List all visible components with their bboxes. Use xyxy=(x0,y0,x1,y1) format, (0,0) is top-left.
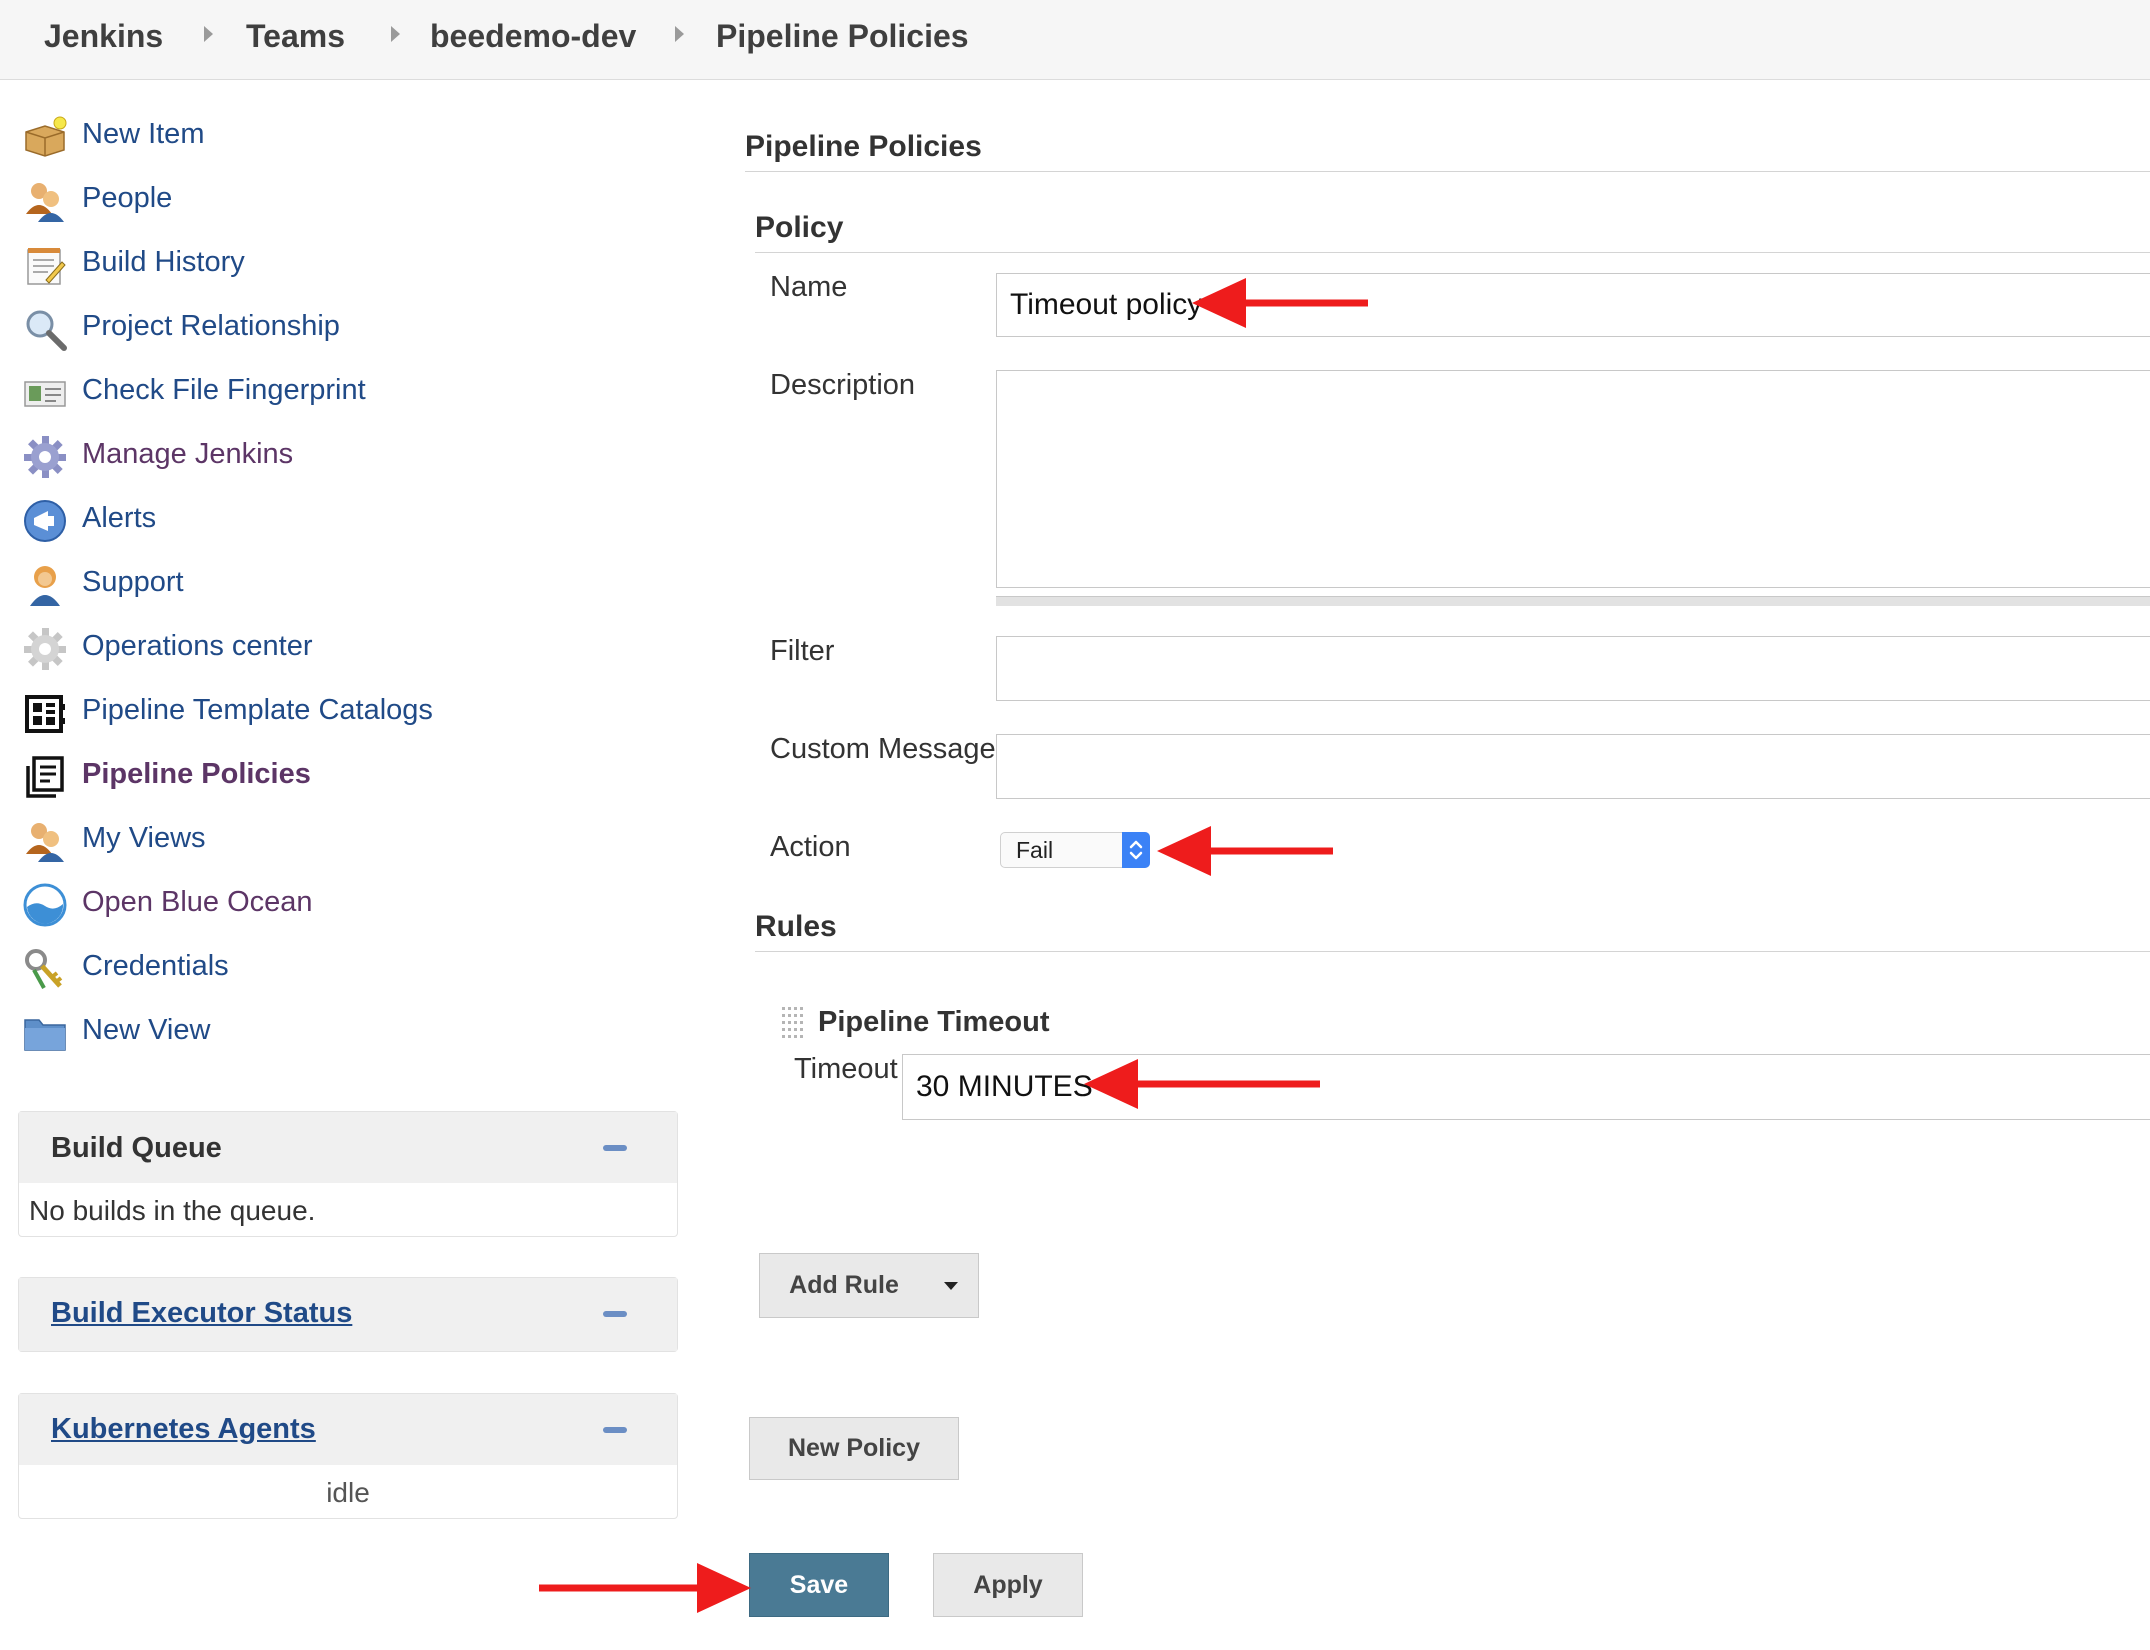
custom-message-label: Custom Message xyxy=(770,733,996,765)
gear-icon xyxy=(24,436,66,478)
filter-input[interactable] xyxy=(996,636,2150,701)
collapse-icon[interactable] xyxy=(603,1311,627,1317)
people-icon xyxy=(26,823,64,862)
sidebar-item-build-history[interactable]: Build History xyxy=(22,240,662,290)
sidebar-item-pipeline-policies[interactable]: Pipeline Policies xyxy=(22,752,662,802)
textarea-resize-handle[interactable] xyxy=(996,596,2150,606)
folder-icon xyxy=(24,1019,66,1051)
sidebar-item-pipeline-template-catalogs[interactable]: Pipeline Template Catalogs xyxy=(22,688,662,738)
keys-icon xyxy=(25,949,63,989)
kubernetes-agents-status: idle xyxy=(326,1477,370,1508)
drag-handle-icon[interactable] xyxy=(780,1005,804,1039)
section-title-policy: Policy xyxy=(755,211,844,244)
blue-ocean-icon xyxy=(23,883,67,927)
executor-status-header: Build Executor Status xyxy=(19,1278,677,1351)
divider xyxy=(755,252,2150,253)
breadcrumb-beedemo-dev[interactable]: beedemo-dev xyxy=(430,18,636,55)
template-catalog-icon xyxy=(25,695,65,733)
caret-down-icon xyxy=(944,1282,958,1290)
divider xyxy=(755,951,2150,952)
new-policy-button[interactable]: New Policy xyxy=(749,1417,959,1480)
description-label: Description xyxy=(770,369,916,401)
build-queue-header: Build Queue xyxy=(19,1112,677,1183)
action-select-value: Fail xyxy=(1016,837,1054,863)
breadcrumb-chevron-icon xyxy=(204,26,213,42)
sidebar-item-label: Pipeline Policies xyxy=(82,758,311,790)
policy-document-icon xyxy=(26,756,64,798)
sidebar-item-label: Credentials xyxy=(82,950,229,982)
kubernetes-agents-link[interactable]: Kubernetes Agents xyxy=(51,1413,316,1446)
breadcrumb-chevron-icon xyxy=(675,26,684,42)
annotation-arrow-icon xyxy=(539,1563,751,1613)
breadcrumb-jenkins[interactable]: Jenkins xyxy=(44,18,163,55)
sidebar-item-label: Operations center xyxy=(82,630,313,662)
new-item-box-icon xyxy=(25,116,67,157)
kubernetes-agents-header: Kubernetes Agents xyxy=(19,1394,677,1465)
notepad-icon xyxy=(27,248,66,285)
sidebar-item-label: Check File Fingerprint xyxy=(82,374,366,406)
timeout-label: Timeout xyxy=(794,1053,898,1085)
collapse-icon[interactable] xyxy=(603,1145,627,1151)
sidebar-item-label: Alerts xyxy=(82,502,157,534)
annotation-arrow-icon xyxy=(1192,278,1368,328)
sidebar-item-label: Open Blue Ocean xyxy=(82,886,313,918)
gear-grey-icon xyxy=(24,628,66,670)
description-textarea[interactable] xyxy=(996,370,2150,588)
sidebar-item-open-blue-ocean[interactable]: Open Blue Ocean xyxy=(22,880,662,930)
section-title-rules: Rules xyxy=(755,910,837,943)
executor-status-link[interactable]: Build Executor Status xyxy=(51,1297,352,1330)
sidebar-item-label: New Item xyxy=(82,118,205,150)
breadcrumb-teams[interactable]: Teams xyxy=(246,18,345,55)
add-rule-button[interactable]: Add Rule xyxy=(759,1253,979,1318)
sidebar-item-label: Support xyxy=(82,566,184,598)
sidebar-item-label: Build History xyxy=(82,246,245,278)
custom-message-input[interactable] xyxy=(996,734,2150,799)
save-button[interactable]: Save xyxy=(749,1553,889,1617)
sidebar-item-label: Pipeline Template Catalogs xyxy=(82,694,433,726)
magnifier-icon xyxy=(26,310,67,351)
build-queue-empty-text: No builds in the queue. xyxy=(29,1195,316,1226)
select-stepper-icon xyxy=(1122,832,1150,868)
annotation-arrow-icon xyxy=(1084,1059,1320,1109)
name-input[interactable]: Timeout policy xyxy=(996,273,2150,337)
sidebar-item-label: People xyxy=(82,182,173,214)
build-queue-title: Build Queue xyxy=(51,1132,222,1164)
apply-button[interactable]: Apply xyxy=(933,1553,1083,1617)
divider xyxy=(745,171,2150,172)
support-agent-icon xyxy=(30,566,60,606)
megaphone-icon xyxy=(24,500,66,542)
sidebar-item-support[interactable]: Support xyxy=(22,560,662,610)
action-select[interactable]: Fail xyxy=(1000,832,1150,868)
sidebar-item-new-item[interactable]: New Item xyxy=(22,112,662,162)
kubernetes-agents-pane: Kubernetes Agents idle xyxy=(18,1393,678,1519)
sidebar-item-credentials[interactable]: Credentials xyxy=(22,944,662,994)
name-label: Name xyxy=(770,271,848,303)
rule-title: Pipeline Timeout xyxy=(818,1006,1050,1038)
build-queue-pane: Build Queue No builds in the queue. xyxy=(18,1111,678,1237)
sidebar-item-project-relationship[interactable]: Project Relationship xyxy=(22,304,662,354)
sidebar-item-my-views[interactable]: My Views xyxy=(22,816,662,866)
sidebar-item-manage-jenkins[interactable]: Manage Jenkins xyxy=(22,432,662,482)
sidebar-item-alerts[interactable]: Alerts xyxy=(22,496,662,546)
page-title: Pipeline Policies xyxy=(745,130,982,163)
action-label: Action xyxy=(770,831,851,863)
fingerprint-card-icon xyxy=(24,381,66,407)
collapse-icon[interactable] xyxy=(603,1427,627,1433)
annotation-arrow-icon xyxy=(1157,826,1333,876)
sidebar-item-label: Project Relationship xyxy=(82,310,340,342)
sidebar-item-label: My Views xyxy=(82,822,206,854)
breadcrumb: Jenkins Teams beedemo-dev Pipeline Polic… xyxy=(0,0,2150,80)
breadcrumb-chevron-icon xyxy=(391,26,400,42)
executor-status-pane: Build Executor Status xyxy=(18,1277,678,1352)
filter-label: Filter xyxy=(770,635,835,667)
sidebar-item-operations-center[interactable]: Operations center xyxy=(22,624,662,674)
sidebar-item-new-view[interactable]: New View xyxy=(22,1008,662,1058)
sidebar-item-label: New View xyxy=(82,1014,211,1046)
people-icon xyxy=(26,183,64,222)
sidebar-item-people[interactable]: People xyxy=(22,176,662,226)
breadcrumb-pipeline-policies[interactable]: Pipeline Policies xyxy=(716,18,969,55)
sidebar-item-check-file-fingerprint[interactable]: Check File Fingerprint xyxy=(22,368,662,418)
sidebar-item-label: Manage Jenkins xyxy=(82,438,294,470)
add-rule-label: Add Rule xyxy=(789,1271,899,1299)
